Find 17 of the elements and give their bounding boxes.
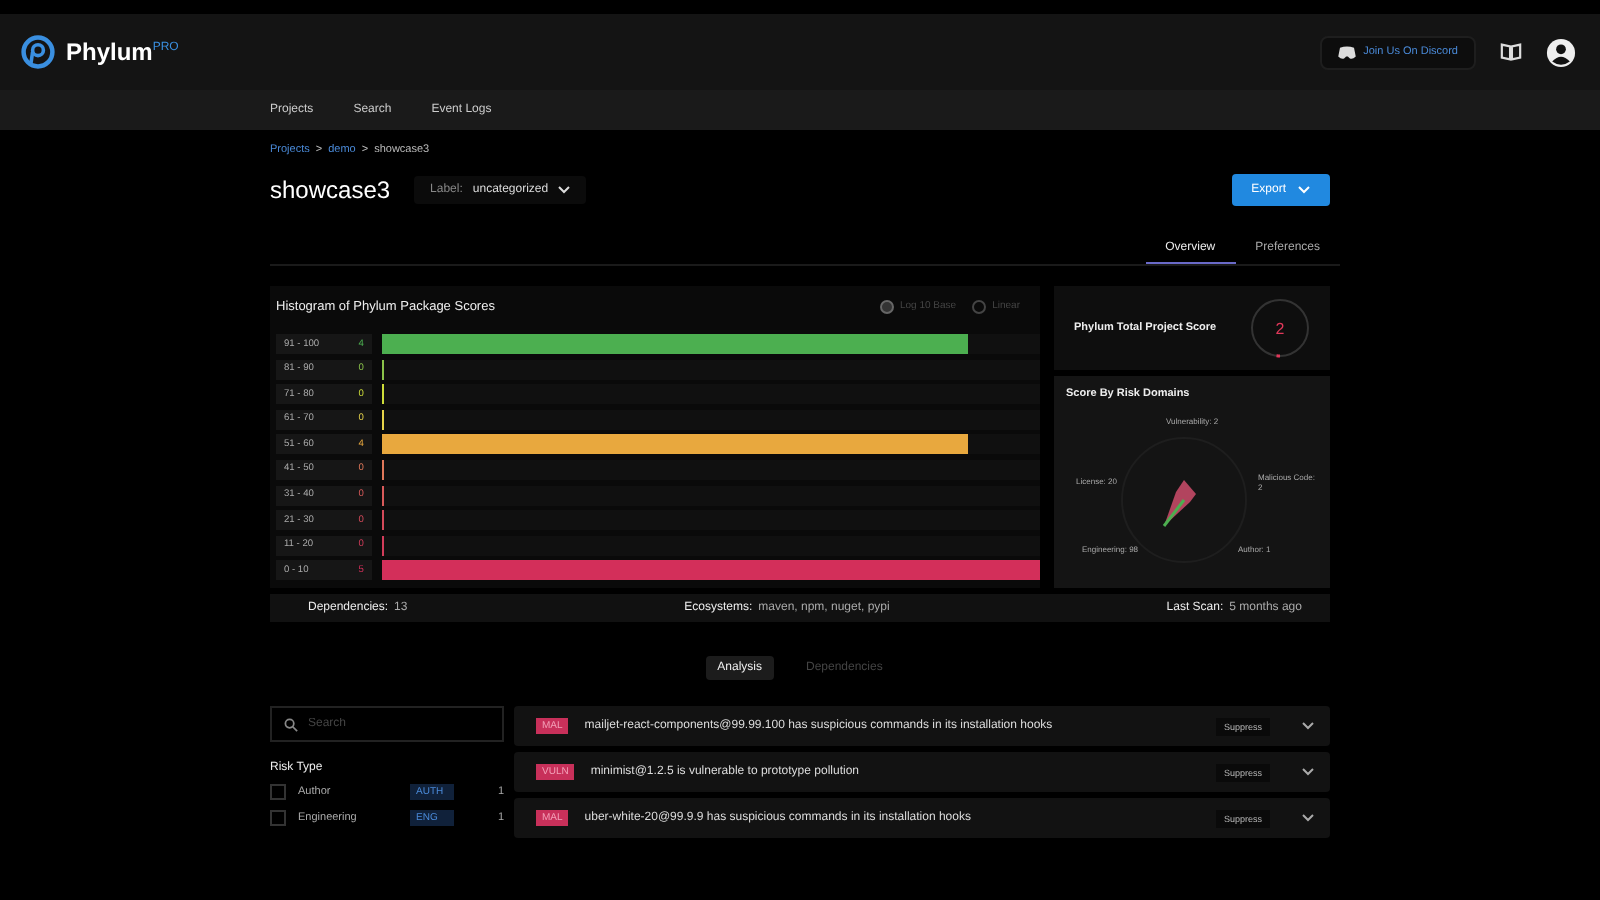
- chevron-icon: [1298, 186, 1310, 194]
- logo-icon: [20, 34, 56, 70]
- user-icon[interactable]: [1546, 37, 1576, 67]
- book-icon[interactable]: [1500, 42, 1522, 62]
- brand-name[interactable]: Phylum$^{PRO}$: [66, 38, 179, 66]
- chevron-icon: [558, 186, 571, 194]
- chevron-icon[interactable]: [1302, 722, 1314, 731]
- chat-icon: [1337, 45, 1356, 59]
- radio-button[interactable]: [880, 299, 894, 313]
- checkbox[interactable]: [270, 784, 286, 801]
- checkbox[interactable]: [270, 810, 286, 827]
- search-icon: [284, 718, 298, 733]
- score-value: 2: [1273, 317, 1287, 341]
- project-title: showcase3: [270, 176, 391, 204]
- radio-button[interactable]: [972, 299, 987, 313]
- chevron-icon[interactable]: [1302, 768, 1314, 777]
- chevron-icon[interactable]: [1302, 814, 1314, 823]
